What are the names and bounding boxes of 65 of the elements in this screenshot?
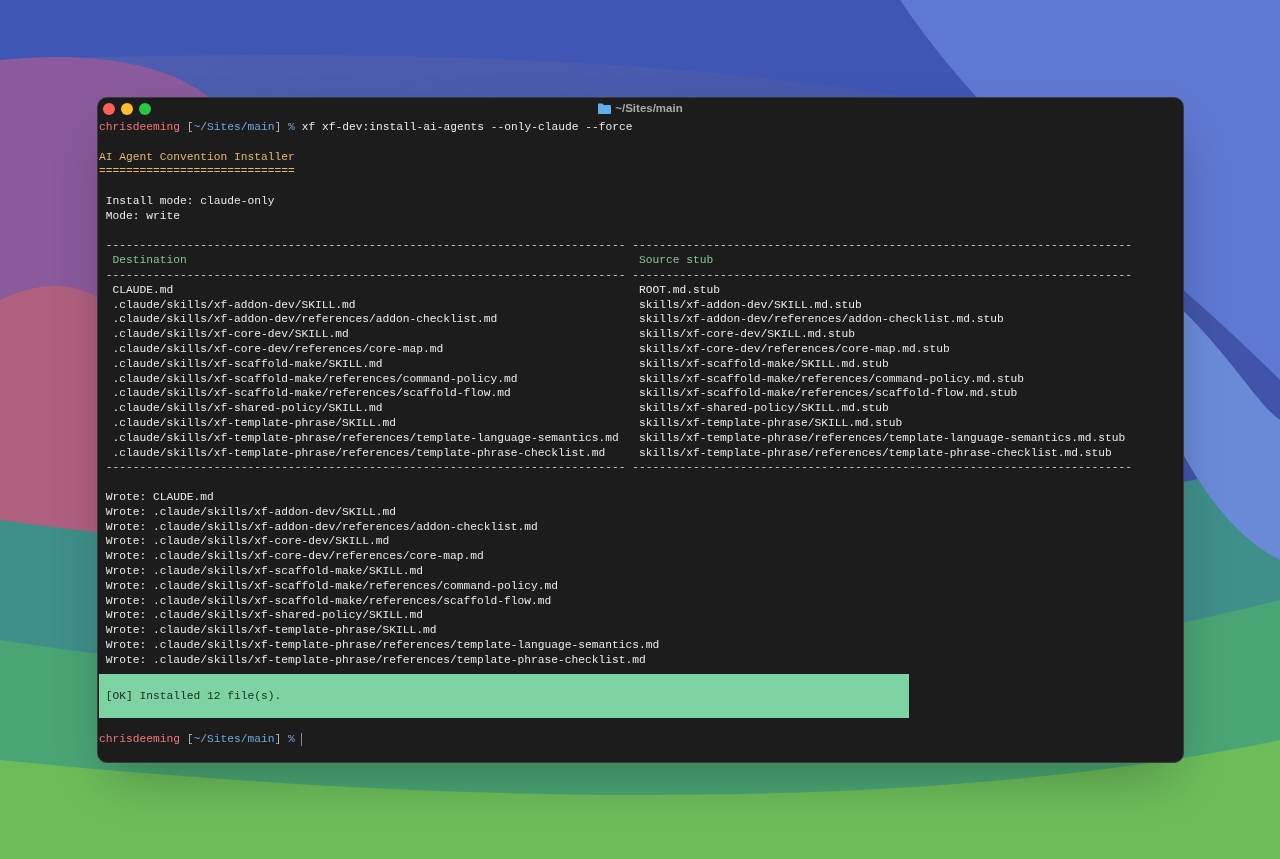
table-cell: .claude/skills/xf-addon-dev/references/addon-checklist.md (112, 313, 498, 326)
table-cell: skills/xf-template-phrase/references/template-phrase-checklist.md.stub (639, 446, 1112, 459)
dashed-rule: ----------------------------------------------------------------------------- (105, 267, 626, 283)
table-cell: skills/xf-scaffold-make/SKILL.md.stub (639, 357, 889, 370)
prompt-text: % (288, 121, 295, 133)
table-cell: .claude/skills/xf-template-phrase/SKILL.md (112, 416, 397, 429)
prompt-text: [ (186, 121, 194, 133)
log-line: Wrote: .claude/skills/xf-template-phrase/references/template-language-semantics.md (105, 638, 660, 651)
table-cell: .claude/skills/xf-core-dev/references/core-map.md (112, 342, 444, 355)
window-title: ~/Sites/main (615, 100, 683, 116)
folder-icon (598, 103, 612, 114)
table-cell: skills/xf-template-phrase/references/template-language-semantics.md.stub (639, 431, 1126, 444)
prompt-text: ] (274, 121, 282, 133)
info-line: Mode: write (105, 209, 180, 222)
table-cell: skills/xf-shared-policy/SKILL.md.stub (639, 402, 889, 415)
info-line: Install mode: claude-only (105, 195, 275, 207)
log-line: Wrote: .claude/skills/xf-addon-dev/SKILL.md (105, 505, 397, 518)
log-line: Wrote: CLAUDE.md (105, 490, 214, 503)
log-line: Wrote: .claude/skills/xf-core-dev/references/core-map.md (105, 550, 484, 563)
table-cell: skills/xf-addon-dev/references/addon-checklist.md.stub (639, 313, 1004, 326)
result-text: [OK] Installed 12 file(s). (105, 689, 282, 705)
table-cell: skills/xf-core-dev/references/core-map.md.stub (639, 342, 950, 355)
table-cell: skills/xf-addon-dev/SKILL.md.stub (639, 298, 862, 311)
prompt-text: ~/Sites/main (193, 733, 275, 746)
table-cell: .claude/skills/xf-scaffold-make/references/scaffold-flow.md (112, 387, 511, 400)
table-cell: .claude/skills/xf-core-dev/SKILL.md (112, 328, 349, 341)
table-cell: skills/xf-scaffold-make/references/command-policy.md.stub (639, 372, 1024, 385)
installer-heading: AI Agent Convention Installer (99, 150, 295, 163)
dashed-rule: ----------------------------------------------------------------------------- (105, 460, 626, 476)
prompt-text: [ (186, 733, 194, 746)
dashed-rule: -------------------------------------------------------------------------- (632, 267, 1132, 283)
log-line: Wrote: .claude/skills/xf-scaffold-make/references/scaffold-flow.md (105, 594, 552, 607)
close-button[interactable] (103, 102, 115, 115)
table-cell: skills/xf-core-dev/SKILL.md.stub (639, 328, 856, 341)
table-cell: skills/xf-scaffold-make/references/scaffold-flow.md.stub (639, 387, 1018, 400)
heading-rule: ============================= (99, 165, 295, 178)
prompt-text: % (288, 733, 295, 746)
log-line: Wrote: .claude/skills/xf-core-dev/SKILL.md (105, 535, 390, 548)
table-cell: .claude/skills/xf-template-phrase/references/template-language-semantics.md (112, 431, 619, 444)
column-header: Destination (112, 254, 187, 267)
log-line: Wrote: .claude/skills/xf-template-phrase/SKILL.md (105, 624, 437, 637)
table-cell: .claude/skills/xf-scaffold-make/references/command-policy.md (112, 372, 518, 385)
table-cell: CLAUDE.md (112, 283, 174, 296)
prompt-text: chrisdeeming (99, 121, 180, 133)
dashed-rule: ----------------------------------------------------------------------------- (105, 238, 626, 254)
log-line: Wrote: .claude/skills/xf-scaffold-make/references/command-policy.md (105, 579, 559, 592)
table-cell: .claude/skills/xf-shared-policy/SKILL.md (112, 402, 383, 415)
log-line: Wrote: .claude/skills/xf-template-phrase/references/template-phrase-checklist.md (105, 653, 646, 666)
table-cell: .claude/skills/xf-template-phrase/references/template-phrase-checklist.md (112, 446, 606, 459)
dashed-rule: -------------------------------------------------------------------------- (632, 460, 1132, 476)
prompt-text: ~/Sites/main (193, 121, 275, 133)
table-cell: .claude/skills/xf-scaffold-make/SKILL.md (112, 357, 383, 370)
log-line: Wrote: .claude/skills/xf-addon-dev/references/addon-checklist.md (105, 520, 538, 533)
minimize-button[interactable] (121, 102, 133, 115)
zoom-button[interactable] (139, 102, 151, 115)
dashed-rule: -------------------------------------------------------------------------- (632, 238, 1132, 254)
table-cell: .claude/skills/xf-addon-dev/SKILL.md (112, 298, 356, 311)
prompt-text: ] (274, 733, 282, 746)
column-header: Source stub (639, 254, 714, 267)
table-cell: ROOT.md.stub (639, 283, 721, 296)
log-line: Wrote: .claude/skills/xf-shared-policy/SKILL.md (105, 609, 424, 622)
table-cell: skills/xf-template-phrase/SKILL.md.stub (639, 416, 903, 429)
prompt-text: chrisdeeming (99, 733, 180, 746)
prompt-text: xf xf-dev:install-ai-agents --only-claude --force (301, 121, 633, 133)
log-line: Wrote: .claude/skills/xf-scaffold-make/SKILL.md (105, 564, 424, 577)
